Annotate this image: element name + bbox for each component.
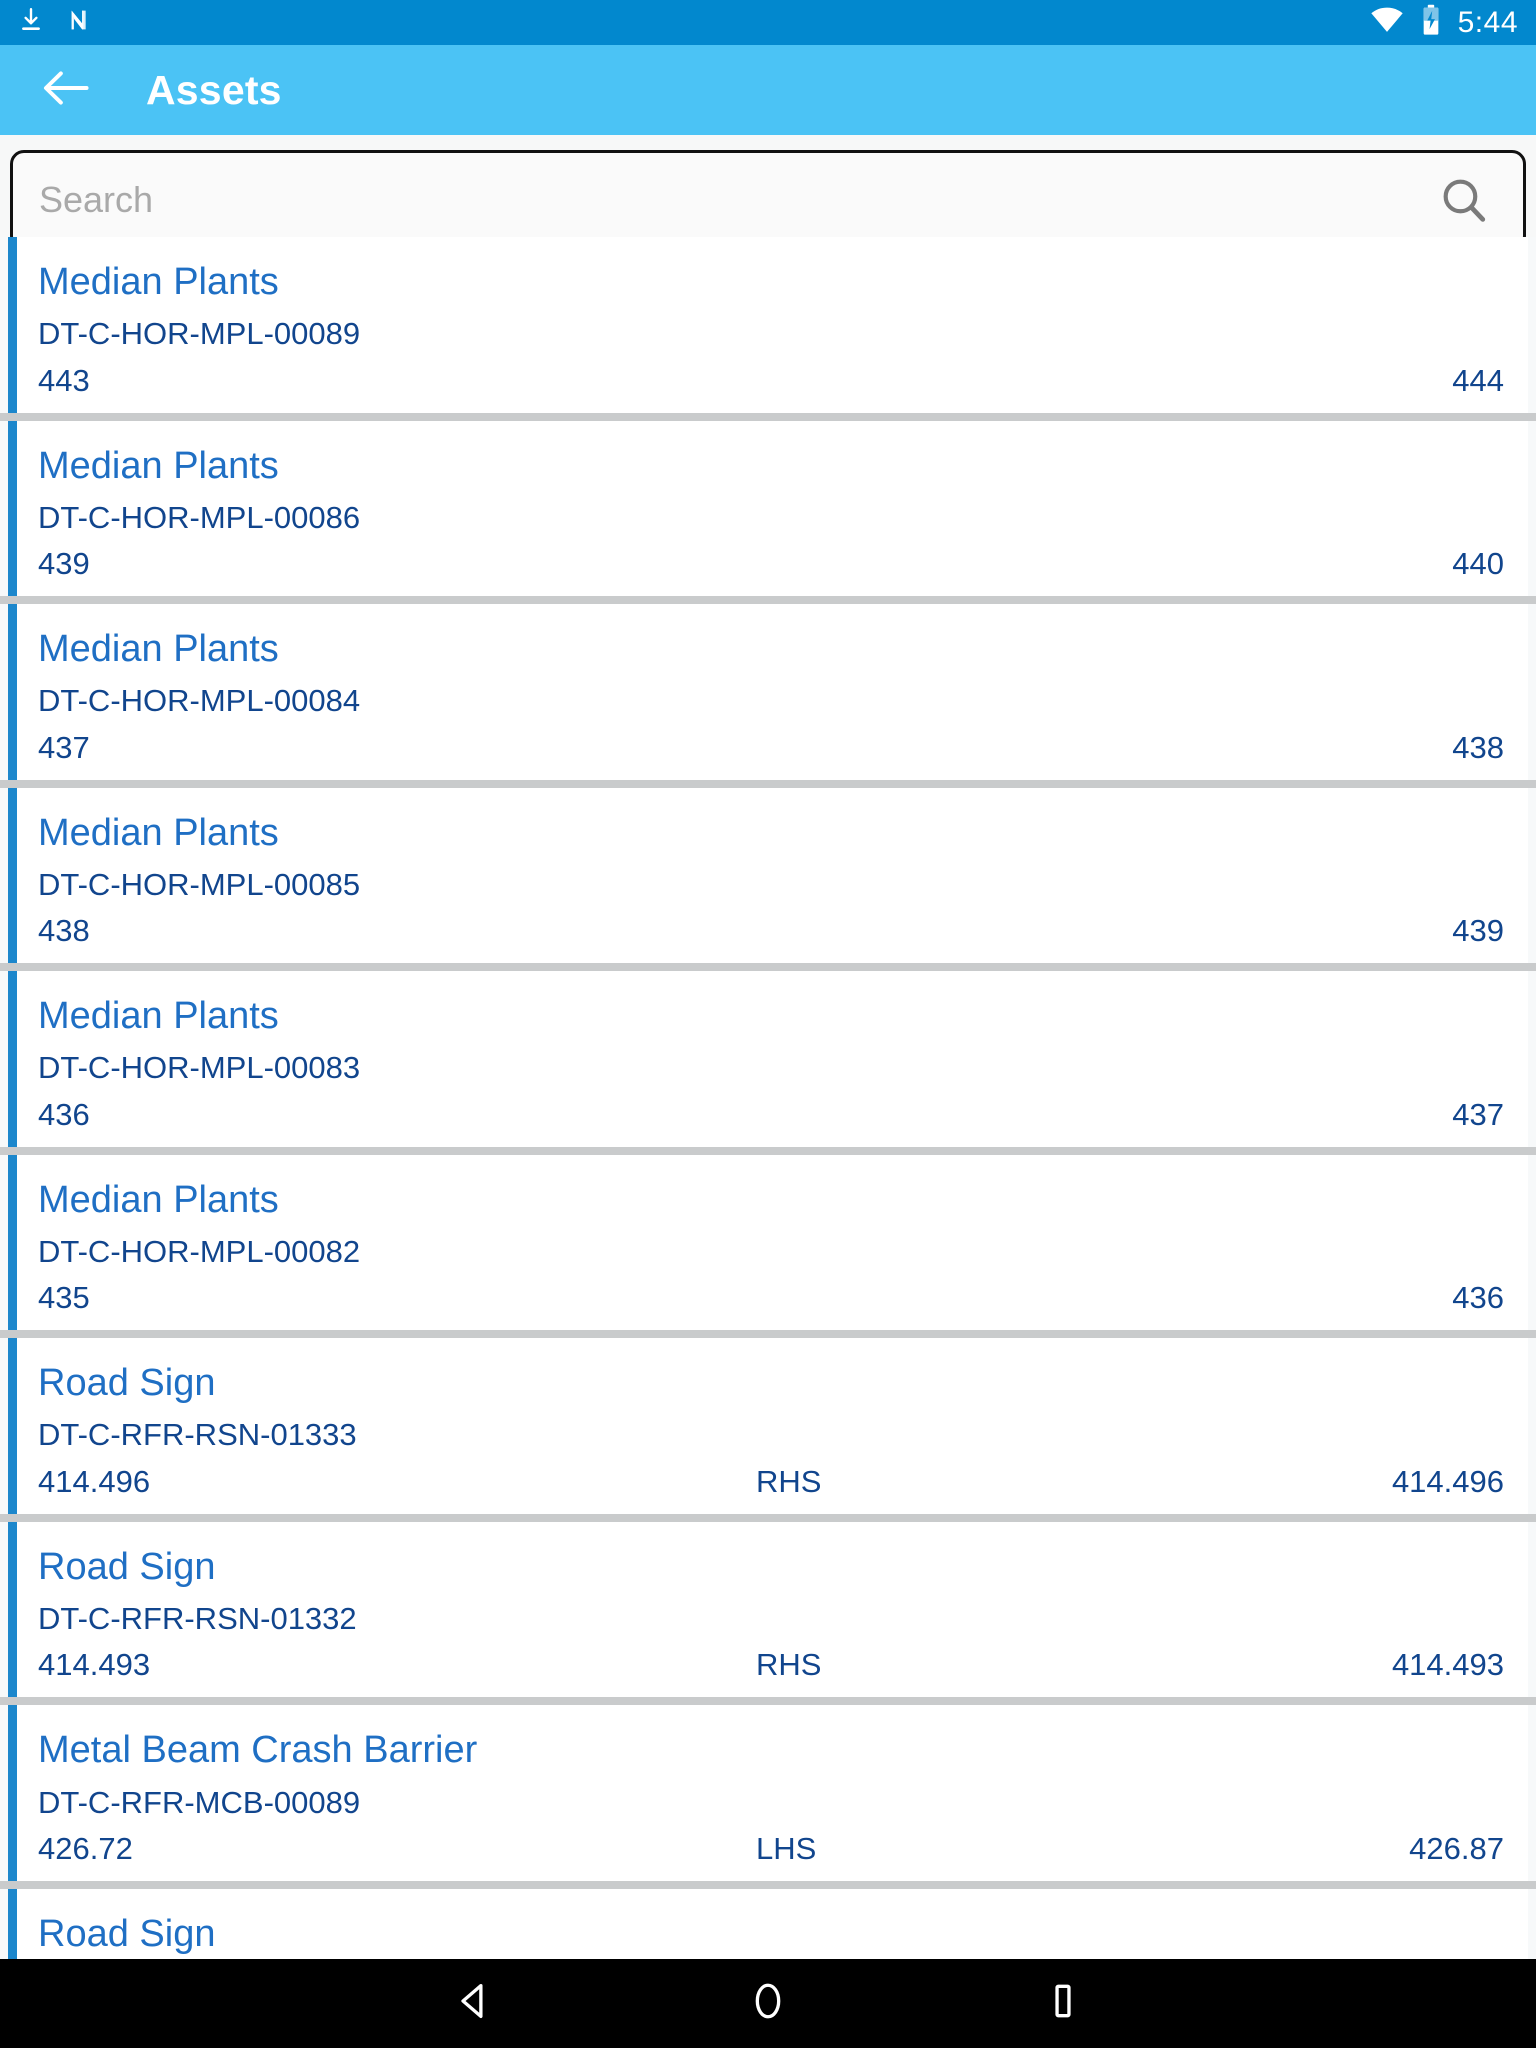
search-icon[interactable]: [1433, 169, 1495, 231]
asset-title: Median Plants: [38, 628, 279, 671]
asset-chainage-row: 426.72 LHS 426.87: [38, 1824, 1506, 1867]
asset-card[interactable]: Road Sign DT-C-RFR-RSN-01332 414.493 RHS 414…: [8, 1521, 1528, 1698]
back-button[interactable]: [38, 62, 94, 118]
assets-list[interactable]: Median Plants DT-C-HOR-MPL-00089 443 444 Med…: [0, 237, 1536, 1959]
asset-chainage-start: 414.496: [38, 1463, 151, 1499]
asset-card[interactable]: Road Sign DT-C-RFR-RSN-01333 414.496 RHS 414…: [8, 1338, 1528, 1514]
card-separator: [0, 1330, 1536, 1339]
asset-code: DT-C-HOR-MPL-00089: [38, 316, 361, 352]
search-input[interactable]: [39, 179, 1433, 221]
asset-card[interactable]: Median Plants DT-C-HOR-MPL-00086 439 440: [8, 420, 1528, 597]
asset-code: DT-C-RFR-MCB-00089: [38, 1784, 361, 1820]
card-separator: [0, 1146, 1536, 1155]
asset-code: DT-C-HOR-MPL-00085: [38, 866, 361, 902]
battery-charging-icon: [1420, 4, 1442, 41]
asset-title: Median Plants: [38, 1178, 279, 1221]
card-separator: [0, 963, 1536, 972]
back-arrow-icon: [42, 68, 90, 113]
asset-chainage-end: 414.496: [1391, 1463, 1504, 1499]
search-box[interactable]: [10, 150, 1526, 250]
nav-back-button[interactable]: [433, 1964, 513, 2044]
asset-title: Median Plants: [38, 811, 279, 854]
wifi-icon: [1370, 6, 1404, 39]
asset-title: Median Plants: [38, 261, 279, 303]
asset-chainage-row: 437 438: [38, 723, 1506, 766]
asset-chainage-row: 439 440: [38, 539, 1506, 582]
asset-chainage-start: 438: [38, 913, 90, 949]
asset-chainage-end: 444: [1452, 362, 1504, 398]
asset-code: DT-C-HOR-MPL-00086: [38, 499, 361, 535]
asset-side: LHS: [756, 1830, 817, 1866]
android-nougat-icon: [66, 6, 96, 39]
asset-side: RHS: [756, 1647, 822, 1683]
asset-chainage-row: 435 436: [38, 1273, 1506, 1316]
asset-side: RHS: [756, 1463, 822, 1499]
asset-chainage-end: 440: [1452, 546, 1504, 582]
status-bar-left-icons: [18, 6, 96, 39]
asset-chainage-end: 436: [1452, 1280, 1504, 1316]
asset-chainage-start: 436: [38, 1096, 90, 1132]
asset-code: DT-C-RFR-RSN-01332: [38, 1600, 357, 1636]
asset-title: Road Sign: [38, 1912, 216, 1955]
asset-title: Median Plants: [38, 444, 279, 487]
app-bar: Assets: [0, 45, 1536, 135]
asset-chainage-start: 443: [38, 362, 90, 398]
asset-code: DT-C-HOR-MPL-00082: [38, 1233, 361, 1269]
download-icon: [18, 6, 44, 39]
asset-card[interactable]: Median Plants DT-C-HOR-MPL-00085 438 439: [8, 787, 1528, 964]
asset-chainage-end: 414.493: [1391, 1647, 1504, 1683]
nav-recents-button[interactable]: [1023, 1964, 1103, 2044]
asset-chainage-row: 414.493 RHS 414.493: [38, 1640, 1506, 1683]
asset-chainage-row: 414.496 RHS 414.496: [38, 1457, 1506, 1500]
asset-title: Median Plants: [38, 995, 279, 1038]
asset-chainage-start: 426.72: [38, 1830, 133, 1866]
status-bar-right-icons: 5:44: [1370, 4, 1518, 41]
asset-chainage-row: 438 439: [38, 906, 1506, 949]
asset-card[interactable]: Median Plants DT-C-HOR-MPL-00089 443 444: [8, 237, 1528, 413]
back-triangle-icon: [452, 1980, 494, 2027]
asset-chainage-start: 437: [38, 729, 90, 765]
asset-chainage-end: 439: [1452, 913, 1504, 949]
recents-square-icon: [1042, 1980, 1084, 2027]
asset-title: Metal Beam Crash Barrier: [38, 1729, 478, 1772]
page-title: Assets: [146, 66, 282, 113]
asset-chainage-row: 436 437: [38, 1090, 1506, 1133]
card-separator: [0, 596, 1536, 605]
card-separator: [0, 779, 1536, 788]
asset-chainage-end: 426.87: [1409, 1830, 1504, 1866]
asset-code: DT-C-RFR-RSN-01333: [38, 1417, 357, 1453]
card-separator: [0, 412, 1536, 421]
status-bar-clock: 5:44: [1457, 5, 1518, 39]
home-circle-icon: [747, 1980, 789, 2027]
asset-title: Road Sign: [38, 1545, 216, 1588]
asset-card[interactable]: Median Plants DT-C-HOR-MPL-00082 435 436: [8, 1154, 1528, 1331]
asset-code: DT-C-HOR-MPL-00084: [38, 683, 361, 719]
asset-card[interactable]: Median Plants DT-C-HOR-MPL-00084 437 438: [8, 604, 1528, 780]
asset-chainage-end: 438: [1452, 729, 1504, 765]
asset-chainage-start: 435: [38, 1280, 90, 1316]
asset-chainage-end: 437: [1452, 1096, 1504, 1132]
asset-card[interactable]: Median Plants DT-C-HOR-MPL-00083 436 437: [8, 971, 1528, 1147]
status-bar: 5:44: [0, 0, 1536, 45]
card-separator: [0, 1697, 1536, 1706]
asset-card[interactable]: Road SignDT-C-RFR-RSN-01331414.49RHS414.…: [8, 1888, 1528, 1959]
asset-card[interactable]: Metal Beam Crash Barrier DT-C-RFR-MCB-000…: [8, 1705, 1528, 1881]
asset-code: DT-C-HOR-MPL-00083: [38, 1050, 361, 1086]
nav-home-button[interactable]: [728, 1964, 808, 2044]
card-separator: [0, 1880, 1536, 1889]
card-separator: [0, 1513, 1536, 1522]
asset-title: Road Sign: [38, 1362, 216, 1405]
android-navigation-bar: [0, 1959, 1536, 2048]
asset-chainage-start: 439: [38, 546, 90, 582]
asset-chainage-row: 443 444: [38, 356, 1506, 399]
asset-chainage-start: 414.493: [38, 1647, 151, 1683]
